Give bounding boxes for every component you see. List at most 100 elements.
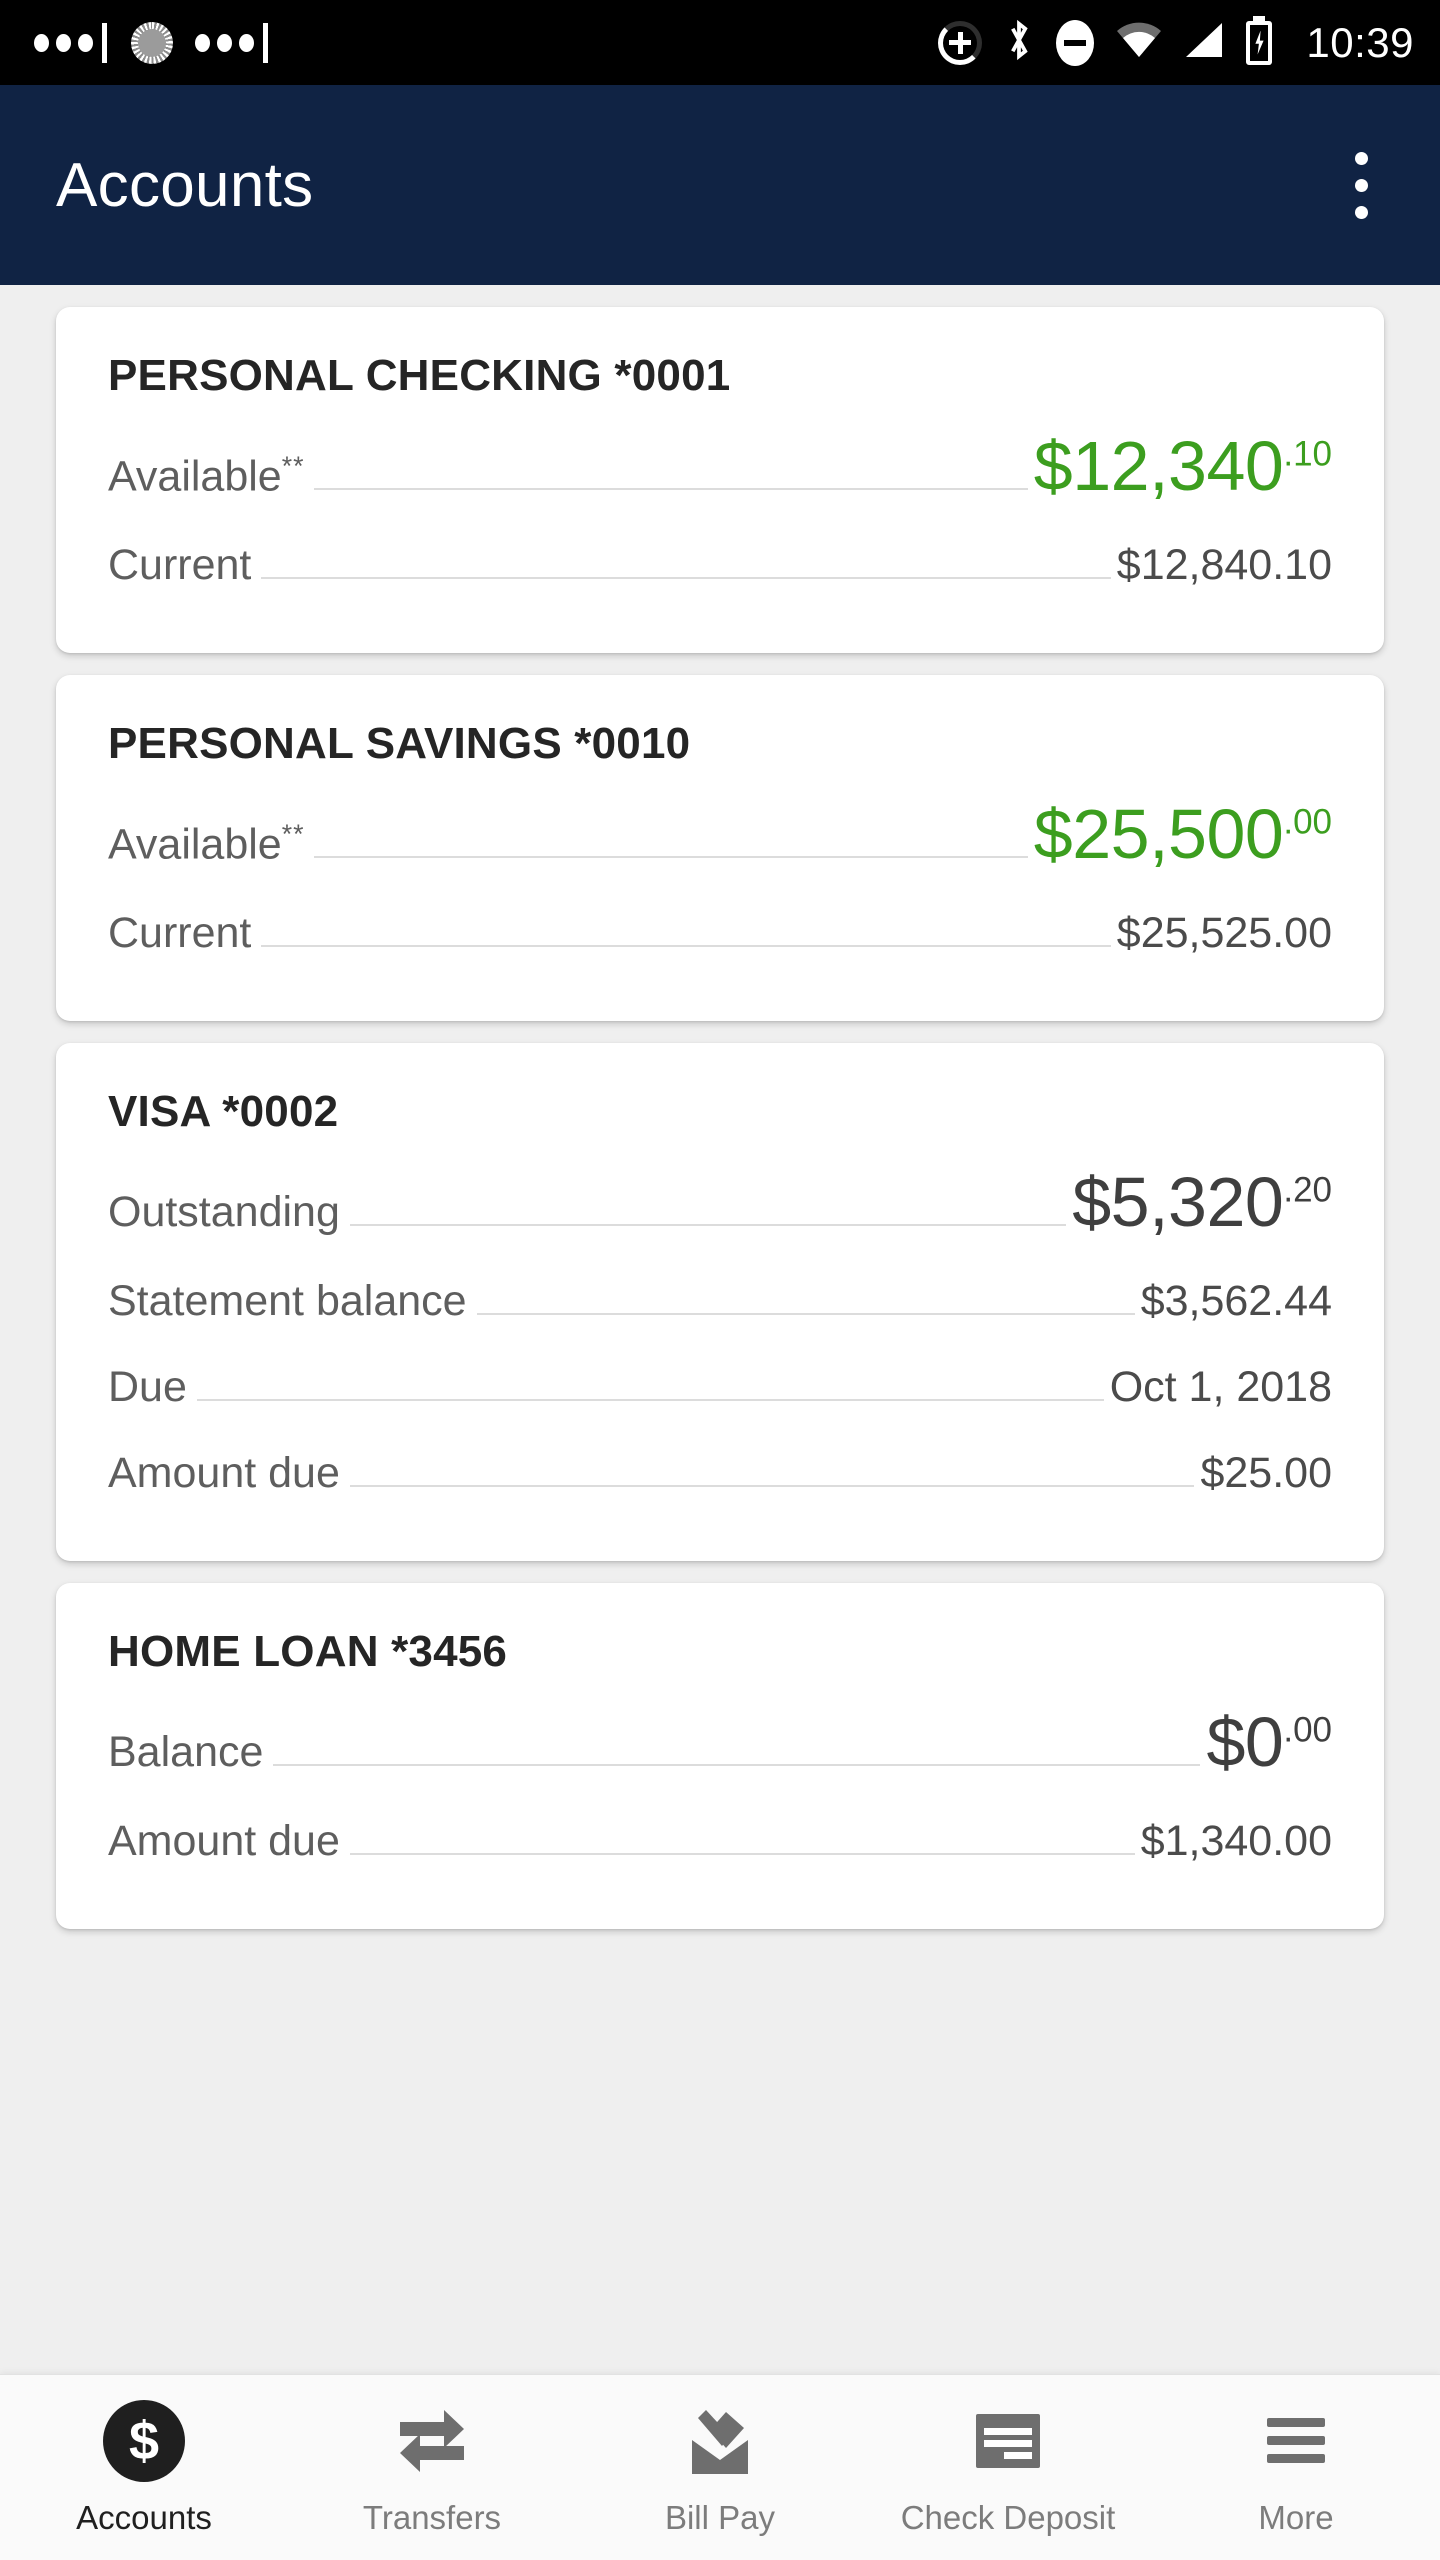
notification-dots-icon: [34, 33, 93, 52]
account-detail-value: $3,562.44: [1140, 1277, 1332, 1325]
overflow-menu-icon[interactable]: [1326, 130, 1396, 240]
account-card[interactable]: VISA *0002 Outstanding $5,320.20 Statement …: [56, 1043, 1384, 1561]
tab-label: Check Deposit: [900, 2498, 1116, 2536]
account-detail-label: Balance: [108, 1728, 263, 1777]
dollar-coin-icon: $: [103, 2399, 185, 2483]
account-detail-label-text: Amount due: [108, 1449, 340, 1497]
account-detail-value: Oct 1, 2018: [1109, 1363, 1332, 1411]
account-detail-value: $25,525.00: [1116, 909, 1332, 957]
account-detail-label: Amount due: [108, 1817, 340, 1866]
account-detail-value: $1,340.00: [1140, 1817, 1332, 1865]
cell-signal-icon: [1184, 21, 1224, 64]
add-circle-icon: [938, 20, 983, 65]
account-detail-label: Amount due: [108, 1449, 340, 1498]
account-detail-value-cents: .00: [1283, 1710, 1332, 1750]
status-bar: 10:39: [0, 0, 1440, 85]
hamburger-icon: [1267, 2417, 1325, 2463]
account-detail-value-cents: .20: [1283, 1170, 1332, 1210]
bluetooth-icon: [1004, 17, 1034, 68]
phone-screen: 10:39 Accounts PERSONAL CHECKING *0001 Av…: [0, 0, 1440, 2560]
account-detail-label-text: Current: [108, 541, 252, 589]
tab-accounts[interactable]: $ Accounts: [0, 2375, 288, 2560]
account-detail-value: $25,500.00: [1034, 799, 1332, 869]
account-detail-footnote-mark: **: [281, 450, 305, 481]
account-detail-label-text: Due: [108, 1363, 187, 1411]
account-detail-row: Available** $25,500.00: [108, 795, 1332, 895]
account-detail-label: Available**: [108, 451, 304, 501]
account-detail-label-text: Current: [108, 909, 252, 957]
account-detail-value: $25.00: [1200, 1449, 1332, 1497]
account-detail-value: $0.00: [1206, 1707, 1332, 1777]
check-document-icon: [972, 2399, 1044, 2483]
account-card-title: VISA *0002: [108, 1087, 339, 1136]
account-detail-value-dollars: $5,320: [1072, 1163, 1284, 1241]
account-detail-label: Current: [108, 909, 251, 958]
wifi-icon: [1116, 21, 1162, 64]
envelope-pen-icon: [692, 2409, 748, 2474]
account-detail-value: $12,840.10: [1116, 541, 1332, 589]
account-card[interactable]: PERSONAL CHECKING *0001 Available** $12,34…: [56, 307, 1384, 653]
status-notifications: [34, 21, 268, 64]
check-document-icon: [976, 2413, 1040, 2468]
dollar-coin-icon: $: [103, 2399, 185, 2482]
status-clock: 10:39: [1306, 18, 1414, 66]
swap-arrows-icon: [400, 2409, 464, 2472]
tab-more[interactable]: More: [1152, 2375, 1440, 2560]
status-system-icons: 10:39: [938, 17, 1414, 68]
account-card-title: PERSONAL SAVINGS *0010: [108, 719, 691, 768]
bottom-tab-bar: $ Accounts Transfers Bill Pay Check Deposit M…: [0, 2374, 1440, 2560]
tab-label: Accounts: [76, 2498, 212, 2536]
tab-label: Transfers: [362, 2498, 502, 2536]
account-detail-value-dollars: $12,340: [1033, 427, 1284, 505]
leader-line: [349, 1224, 1067, 1226]
account-detail-label: Due: [108, 1363, 187, 1412]
account-detail-label-text: Amount due: [108, 1817, 340, 1865]
tab-label: Bill Pay: [664, 2498, 776, 2536]
do-not-disturb-icon: [1056, 19, 1095, 66]
leader-line: [261, 577, 1111, 579]
account-detail-row: Current $25,525.00: [108, 895, 1332, 981]
notification-divider: [263, 22, 268, 63]
account-card-title: PERSONAL CHECKING *0001: [108, 351, 731, 400]
account-detail-label: Statement balance: [108, 1277, 467, 1326]
account-detail-row: Outstanding $5,320.20: [108, 1163, 1332, 1263]
envelope-pen-icon: [682, 2399, 758, 2483]
page-title: Accounts: [56, 150, 314, 220]
leader-line: [273, 1764, 1201, 1766]
account-detail-row: Amount due $25.00: [108, 1435, 1332, 1521]
notification-divider: [102, 22, 107, 63]
sync-spinner-icon: [131, 21, 173, 64]
accounts-list[interactable]: PERSONAL CHECKING *0001 Available** $12,34…: [0, 285, 1440, 2412]
account-detail-value-dollars: $0: [1206, 1703, 1284, 1781]
account-detail-label: Outstanding: [108, 1188, 340, 1237]
account-detail-row: Current $12,840.10: [108, 527, 1332, 613]
account-detail-label: Available**: [108, 819, 304, 869]
account-detail-value-cents: .00: [1283, 802, 1332, 842]
leader-line: [314, 856, 1028, 858]
account-detail-label-text: Balance: [108, 1728, 264, 1776]
account-detail-row: Balance $0.00: [108, 1703, 1332, 1803]
tab-bill-pay[interactable]: Bill Pay: [576, 2375, 864, 2560]
leader-line: [476, 1313, 1135, 1315]
leader-line: [349, 1485, 1195, 1487]
account-card[interactable]: HOME LOAN *3456 Balance $0.00 Amount due $1,…: [56, 1583, 1384, 1929]
account-card-title: HOME LOAN *3456: [108, 1627, 508, 1676]
account-detail-label-text: Available: [108, 452, 282, 500]
account-detail-value: $5,320.20: [1072, 1167, 1332, 1237]
tab-label: More: [1258, 2498, 1334, 2536]
account-detail-value: $12,340.10: [1034, 431, 1332, 501]
tab-transfers[interactable]: Transfers: [288, 2375, 576, 2560]
account-detail-row: Due Oct 1, 2018: [108, 1349, 1332, 1435]
account-detail-footnote-mark: **: [281, 818, 305, 849]
account-detail-row: Amount due $1,340.00: [108, 1803, 1332, 1889]
account-detail-label-text: Statement balance: [108, 1277, 467, 1325]
account-detail-value-cents: .10: [1283, 434, 1332, 474]
notification-dots-icon: [195, 33, 254, 52]
account-detail-label-text: Outstanding: [108, 1188, 340, 1236]
app-bar: Accounts: [0, 85, 1440, 285]
swap-arrows-icon: [394, 2399, 470, 2483]
account-card[interactable]: PERSONAL SAVINGS *0010 Available** $25,500…: [56, 675, 1384, 1021]
account-detail-label: Current: [108, 541, 251, 590]
tab-check-deposit[interactable]: Check Deposit: [864, 2375, 1152, 2560]
hamburger-icon: [1263, 2399, 1329, 2483]
